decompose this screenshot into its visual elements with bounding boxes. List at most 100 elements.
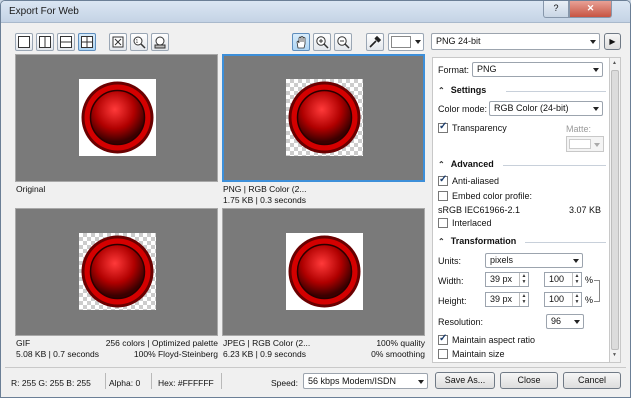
four-view-button[interactable] xyxy=(78,33,96,51)
divider xyxy=(221,373,222,389)
eyedropper-button[interactable] xyxy=(366,33,384,51)
zoom-region-button[interactable] xyxy=(151,33,169,51)
preset-value: PNG 24-bit xyxy=(436,36,481,46)
single-view-button[interactable] xyxy=(15,33,33,51)
resolution-select[interactable]: 96 xyxy=(546,314,584,329)
preview-png-caption: PNG | RGB Color (2... xyxy=(223,184,307,194)
svg-text:1: 1 xyxy=(136,39,139,45)
spinner-arrows-icon[interactable]: ▲ ▼ xyxy=(572,273,581,286)
zoom-out-button[interactable] xyxy=(334,33,352,51)
scroll-up-icon[interactable]: ▲ xyxy=(612,60,617,66)
resolution-value: 96 xyxy=(551,316,562,326)
image-preview xyxy=(79,233,156,310)
scroll-thumb[interactable] xyxy=(611,70,619,350)
preview-gif[interactable] xyxy=(15,208,218,336)
chevron-down-icon xyxy=(574,320,580,324)
matte-color-picker[interactable] xyxy=(388,33,424,51)
panel-scrollbar[interactable]: ▲ ▼ xyxy=(610,57,621,363)
width-percent-input[interactable]: 100 ▲ ▼ xyxy=(544,272,582,287)
pan-tool-button[interactable] xyxy=(292,33,310,51)
units-select[interactable]: pixels xyxy=(485,253,583,268)
chevron-down-icon xyxy=(418,380,424,384)
interlaced-checkbox[interactable] xyxy=(438,218,448,228)
preview-jpeg[interactable] xyxy=(222,208,425,336)
hand-icon xyxy=(296,36,306,49)
settings-section-header[interactable]: ⌃ Settings xyxy=(438,85,486,95)
transformation-section-header[interactable]: ⌃ Transformation xyxy=(438,236,516,246)
spinner-arrows-icon[interactable]: ▲ ▼ xyxy=(572,293,581,306)
zoom-out-icon xyxy=(337,36,350,49)
preview-jpeg-smoothing: 0% smoothing xyxy=(371,349,425,359)
format-select[interactable]: PNG xyxy=(472,62,603,77)
red-button-image xyxy=(288,235,361,308)
zoom-in-icon xyxy=(316,36,329,49)
color-mode-select[interactable]: RGB Color (24-bit) xyxy=(489,101,603,116)
height-input[interactable]: 39 px ▲ ▼ xyxy=(485,292,529,307)
next-preset-button[interactable]: ▶ xyxy=(604,33,621,50)
chevron-down-icon xyxy=(590,40,596,44)
preview-jpeg-caption: JPEG | RGB Color (2... xyxy=(223,338,311,348)
preview-original-caption: Original xyxy=(16,184,46,194)
advanced-section-header[interactable]: ⌃ Advanced xyxy=(438,159,494,169)
width-label: Width: xyxy=(438,276,464,286)
single-view-icon xyxy=(18,36,30,48)
transformation-section-title: Transformation xyxy=(450,236,517,246)
embed-profile-checkbox[interactable] xyxy=(438,191,448,201)
scroll-down-icon[interactable]: ▼ xyxy=(612,352,617,358)
maintain-aspect-checkbox[interactable] xyxy=(438,333,448,345)
export-for-web-dialog: Export For Web ? ✕ 1 PNG 24-bit ▶ Origin… xyxy=(0,0,631,398)
preview-original[interactable] xyxy=(15,54,218,182)
chevron-down-icon xyxy=(415,40,421,44)
anti-aliased-checkbox[interactable] xyxy=(438,174,448,186)
close-window-button[interactable]: ✕ xyxy=(569,1,612,18)
preview-gif-palette: 256 colors | Optimized palette xyxy=(105,338,218,348)
image-preview xyxy=(286,79,363,156)
height-percent-input[interactable]: 100 ▲ ▼ xyxy=(544,292,582,307)
chevron-down-icon xyxy=(593,68,599,72)
format-value: PNG xyxy=(477,64,497,74)
resolution-label: Resolution: xyxy=(438,317,484,327)
preview-png-size: 1.75 KB | 0.3 seconds xyxy=(223,195,307,205)
width-percent-value: 100 xyxy=(549,274,565,284)
height-percent-symbol: % xyxy=(585,295,594,305)
speed-label: Speed: xyxy=(271,378,298,388)
title-bar: Export For Web ? ✕ xyxy=(1,1,630,23)
units-value: pixels xyxy=(490,255,514,265)
height-percent-value: 100 xyxy=(549,294,565,304)
maintain-aspect-label: Maintain aspect ratio xyxy=(452,335,536,345)
help-button[interactable]: ? xyxy=(543,1,569,18)
preview-png[interactable] xyxy=(222,54,425,182)
speed-select[interactable]: 56 kbps Modem/ISDN xyxy=(303,373,428,389)
format-label: Format: xyxy=(438,65,470,75)
two-horizontal-view-button[interactable] xyxy=(57,33,75,51)
speed-value: 56 kbps Modem/ISDN xyxy=(308,376,397,386)
cancel-button[interactable]: Cancel xyxy=(563,372,621,389)
image-preview xyxy=(79,79,156,156)
four-view-icon xyxy=(81,36,93,48)
chevron-down-icon xyxy=(594,143,600,147)
preset-select[interactable]: PNG 24-bit xyxy=(431,33,600,50)
anti-aliased-label: Anti-aliased xyxy=(452,176,500,186)
fit-to-window-button[interactable] xyxy=(109,33,127,51)
zoom-100-button[interactable]: 1 xyxy=(130,33,148,51)
preview-gif-dither: 100% Floyd-Steinberg xyxy=(133,349,218,359)
embed-profile-label: Embed color profile: xyxy=(452,191,533,201)
transparency-label: Transparency xyxy=(452,123,507,133)
red-button-image xyxy=(81,235,154,308)
width-input[interactable]: 39 px ▲ ▼ xyxy=(485,272,529,287)
chevron-up-icon: ⌃ xyxy=(438,160,445,169)
maintain-size-checkbox[interactable] xyxy=(438,349,448,359)
chevron-up-icon: ⌃ xyxy=(438,86,445,95)
transparency-checkbox[interactable] xyxy=(438,121,448,133)
eyedropper-icon xyxy=(369,35,382,48)
zoom-in-button[interactable] xyxy=(313,33,331,51)
matte-select[interactable] xyxy=(566,136,604,152)
height-value: 39 px xyxy=(490,294,513,304)
profile-size: 3.07 KB xyxy=(569,205,602,215)
save-as-button[interactable]: Save As... xyxy=(435,372,495,389)
two-vertical-view-button[interactable] xyxy=(36,33,54,51)
spinner-arrows-icon[interactable]: ▲ ▼ xyxy=(519,293,528,306)
close-button[interactable]: Close xyxy=(500,372,558,389)
spinner-arrows-icon[interactable]: ▲ ▼ xyxy=(519,273,528,286)
divider xyxy=(506,91,606,92)
